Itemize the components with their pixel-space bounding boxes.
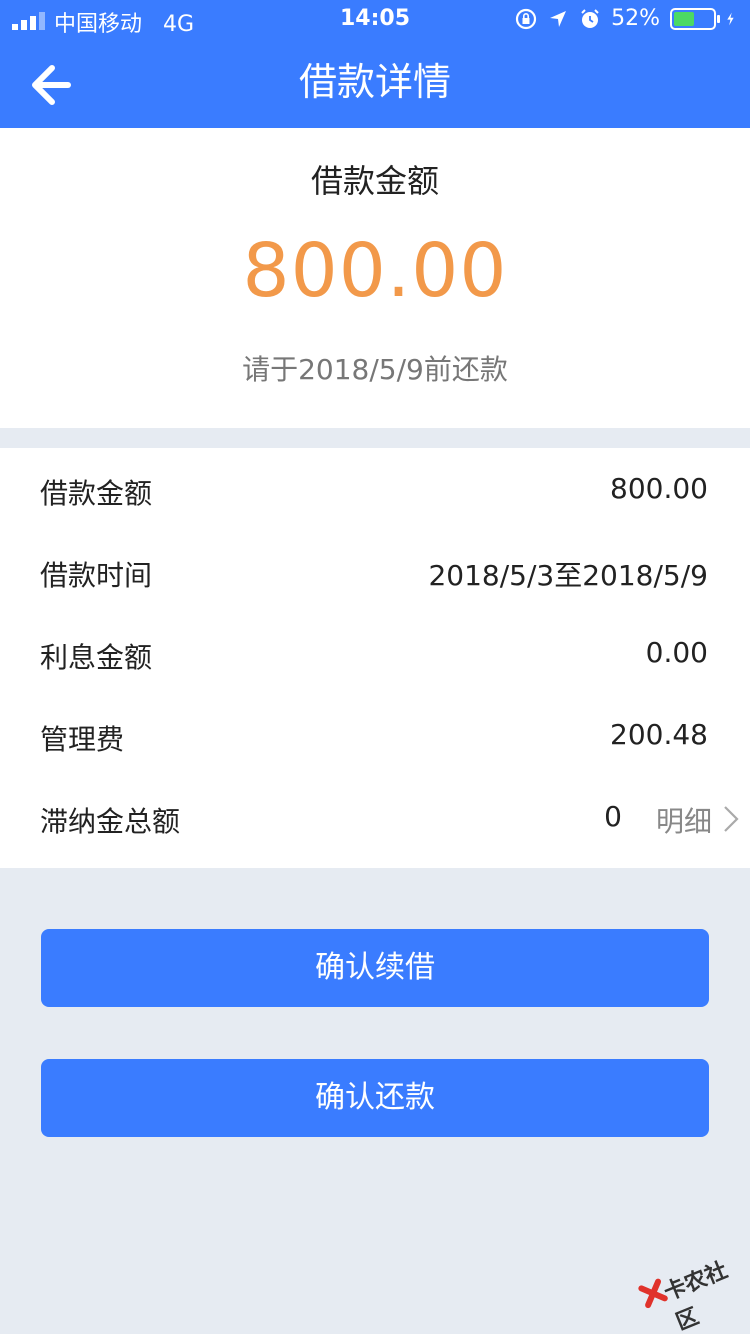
charging-icon bbox=[727, 12, 734, 25]
detail-label: 管理费 bbox=[40, 723, 125, 756]
location-icon bbox=[550, 10, 567, 27]
amount-value: 800.00 bbox=[242, 228, 508, 314]
chevron-right-icon[interactable] bbox=[722, 804, 740, 834]
detail-row-late-fee[interactable]: 滞纳金总额 0 明细 bbox=[0, 776, 750, 858]
amount-summary: 借款金额 800.00 请于2018/5/9前还款 bbox=[0, 128, 750, 428]
confirm-repay-button[interactable]: 确认还款 bbox=[41, 1059, 709, 1137]
detail-value: 800.00 bbox=[610, 472, 708, 505]
watermark: 卡农社区 bbox=[632, 1239, 747, 1334]
detail-label: 滞纳金总额 bbox=[40, 805, 181, 838]
detail-value: 2018/5/3至2018/5/9 bbox=[428, 559, 708, 592]
battery-icon bbox=[670, 7, 720, 30]
header: 中国移动 4G 14:05 52% 借款详情 bbox=[0, 0, 750, 128]
late-fee-detail-link[interactable]: 明细 bbox=[656, 800, 712, 840]
detail-label: 借款时间 bbox=[40, 559, 153, 592]
detail-value: 0.00 bbox=[645, 636, 708, 669]
detail-row-loan-amount: 借款金额 800.00 bbox=[0, 448, 750, 530]
rotation-lock-icon bbox=[515, 8, 537, 29]
detail-label: 借款金额 bbox=[40, 477, 153, 510]
page-title: 借款详情 bbox=[298, 60, 451, 104]
alarm-icon bbox=[581, 8, 599, 28]
detail-row-management-fee: 管理费 200.48 bbox=[0, 694, 750, 776]
confirm-renew-button[interactable]: 确认续借 bbox=[41, 929, 709, 1007]
detail-row-loan-period: 借款时间 2018/5/3至2018/5/9 bbox=[0, 530, 750, 612]
due-date-text: 请于2018/5/9前还款 bbox=[242, 353, 508, 386]
detail-value: 0 bbox=[604, 800, 622, 833]
loan-details-list: 借款金额 800.00 借款时间 2018/5/3至2018/5/9 利息金额 … bbox=[0, 448, 750, 868]
status-bar: 中国移动 4G 14:05 52% bbox=[0, 0, 750, 40]
status-right: 52% bbox=[515, 6, 740, 31]
watermark-text: 卡农社区 bbox=[660, 1258, 732, 1334]
battery-fill bbox=[674, 11, 694, 26]
amount-label: 借款金额 bbox=[310, 162, 439, 200]
detail-row-interest: 利息金额 0.00 bbox=[0, 612, 750, 694]
detail-label: 利息金额 bbox=[40, 641, 153, 674]
detail-value: 200.48 bbox=[610, 718, 708, 751]
battery-percent: 52% bbox=[611, 6, 660, 31]
